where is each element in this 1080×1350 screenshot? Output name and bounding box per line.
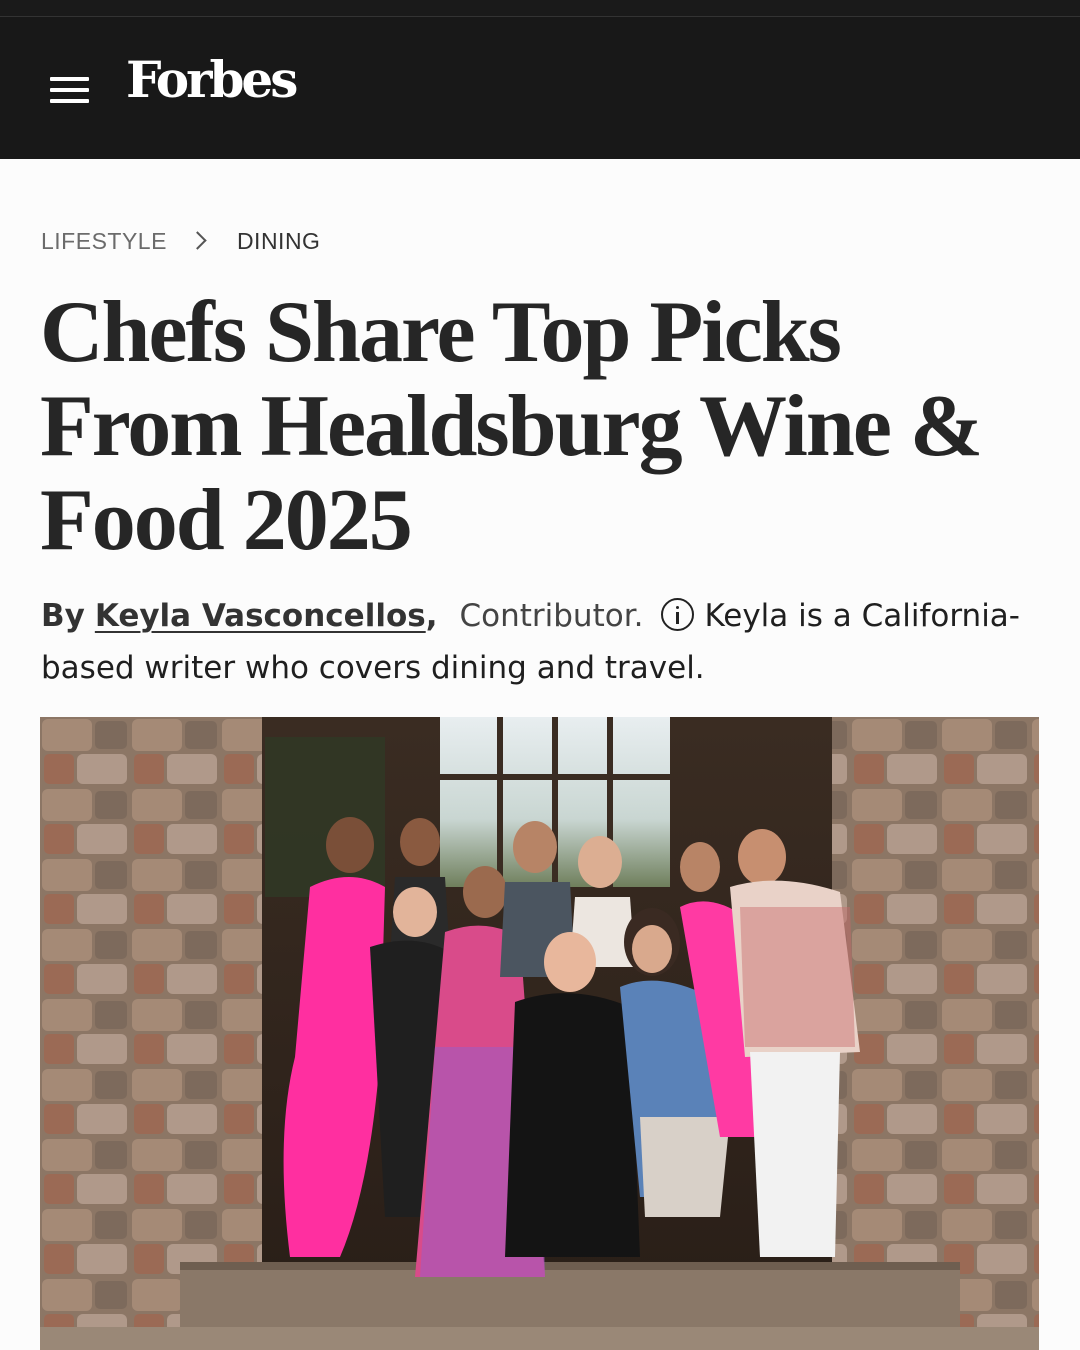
breadcrumb: LIFESTYLE DINING bbox=[41, 228, 320, 254]
breadcrumb-dining[interactable]: DINING bbox=[237, 228, 321, 255]
hero-image bbox=[40, 717, 1039, 1350]
byline: By Keyla Vasconcellos, Contributor. Keyla i… bbox=[41, 590, 1041, 694]
byline-comma: , bbox=[425, 598, 438, 634]
author-link[interactable]: Keyla Vasconcellos bbox=[95, 598, 426, 634]
site-header: Forbes bbox=[0, 17, 1080, 159]
author-role: Contributor. bbox=[459, 598, 644, 634]
forbes-logo[interactable]: Forbes bbox=[126, 55, 298, 105]
chevron-right-icon bbox=[187, 228, 215, 254]
article-headline: Chefs Share Top Picks From Healdsburg Wi… bbox=[40, 284, 983, 569]
byline-prefix: By bbox=[41, 598, 85, 634]
hamburger-menu-icon[interactable] bbox=[50, 73, 90, 105]
photo-group-of-chefs bbox=[40, 717, 1039, 1350]
breadcrumb-lifestyle[interactable]: LIFESTYLE bbox=[41, 228, 167, 255]
info-circle-icon[interactable] bbox=[661, 598, 695, 631]
status-strip bbox=[0, 0, 1080, 17]
